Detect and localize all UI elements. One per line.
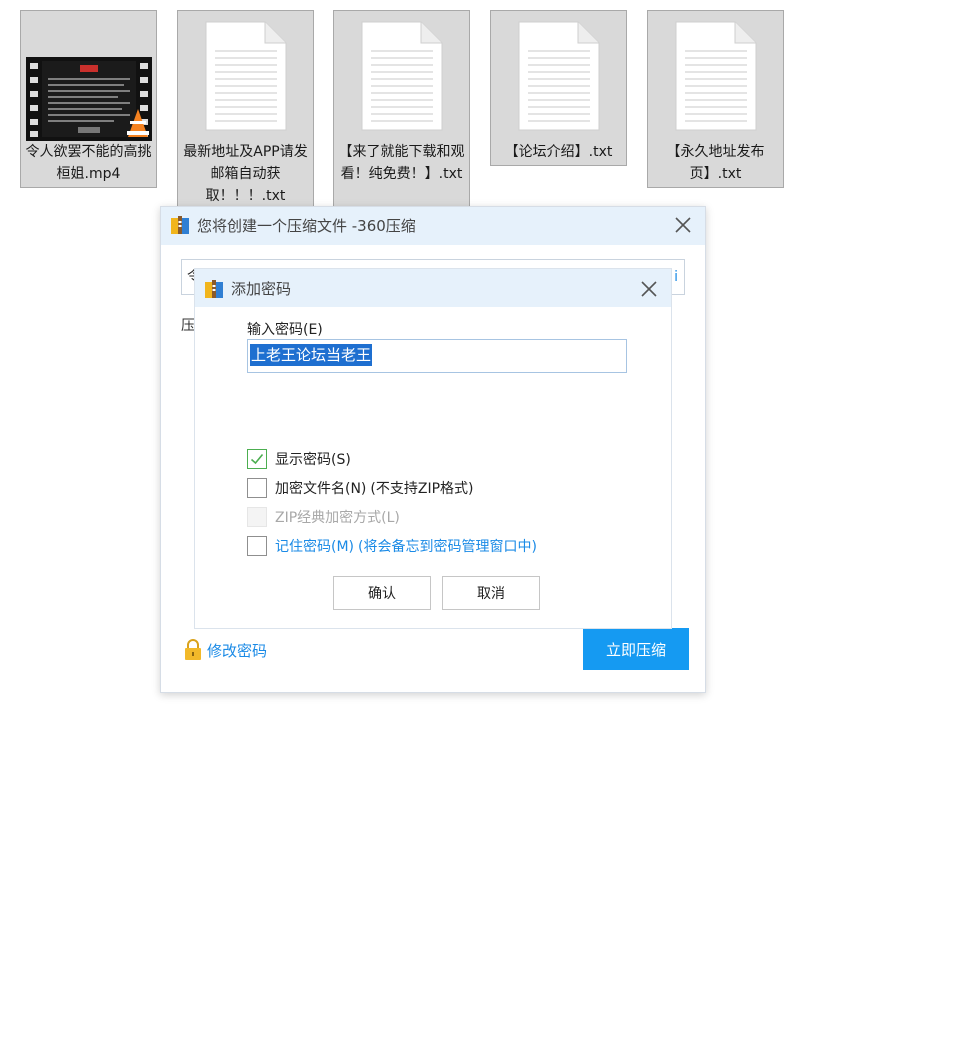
archive-app-icon — [171, 216, 189, 234]
compress-format-label: 压 — [181, 318, 195, 334]
password-input[interactable] — [247, 339, 627, 373]
show-password-checkbox[interactable]: 显示密码(S) — [247, 449, 351, 469]
lock-icon — [185, 639, 201, 660]
compress-now-button[interactable]: 立即压缩 — [583, 628, 689, 670]
dialog-titlebar[interactable]: 您将创建一个压缩文件 -360压缩 — [161, 207, 705, 245]
checkbox-unchecked — [247, 478, 267, 498]
modify-password-label: 修改密码 — [207, 641, 268, 660]
file-item-txt[interactable]: 【永久地址发布页】.txt — [647, 10, 784, 188]
file-name: 【论坛介绍】.txt — [504, 144, 613, 160]
zip-classic-encryption-checkbox: ZIP经典加密方式(L) — [247, 507, 400, 527]
dialog-title: 添加密码 — [231, 280, 292, 298]
zip-classic-encryption-label: ZIP经典加密方式(L) — [275, 510, 400, 526]
text-document-icon — [205, 21, 286, 131]
checkbox-checked — [247, 449, 267, 469]
close-icon[interactable] — [671, 213, 695, 237]
file-name: 【来了就能下载和观看！纯免费！】.txt — [338, 144, 465, 182]
remember-password-checkbox[interactable]: 记住密码(M) (将会备忘到密码管理窗口中) — [247, 536, 537, 556]
password-input-label: 输入密码(E) — [247, 322, 323, 338]
remember-password-note: (将会备忘到密码管理窗口中) — [358, 539, 537, 555]
text-document-icon — [518, 21, 599, 131]
encrypt-filename-note: (不支持ZIP格式) — [370, 481, 474, 497]
text-document-icon — [361, 21, 442, 131]
file-item-txt[interactable]: 【来了就能下载和观看！纯免费！】.txt — [333, 10, 470, 210]
checkbox-disabled — [247, 507, 267, 527]
path-tail: i — [674, 269, 678, 285]
check-icon — [250, 453, 264, 465]
file-item-txt[interactable]: 最新地址及APP请发邮箱自动获取！！！.txt — [177, 10, 314, 210]
modify-password-link[interactable]: 修改密码 — [183, 639, 267, 661]
archive-app-icon — [205, 280, 223, 298]
file-name: 最新地址及APP请发邮箱自动获取！！！.txt — [183, 144, 308, 204]
file-item-video[interactable]: 令人欲罢不能的高挑桓姐.mp4 — [20, 10, 157, 188]
file-name: 令人欲罢不能的高挑桓姐.mp4 — [25, 144, 152, 182]
file-item-txt[interactable]: 【论坛介绍】.txt — [490, 10, 627, 166]
checkbox-unchecked — [247, 536, 267, 556]
cancel-button[interactable]: 取消 — [442, 576, 540, 610]
add-password-dialog: 添加密码 输入密码(E) 上老王论坛当老王 显示密码(S) 加密文件名(N)(不… — [194, 268, 672, 629]
video-thumbnail-icon — [25, 57, 152, 141]
show-password-label: 显示密码(S) — [275, 452, 351, 468]
file-name: 【永久地址发布页】.txt — [666, 144, 765, 182]
close-icon[interactable] — [637, 277, 661, 301]
encrypt-filename-checkbox[interactable]: 加密文件名(N) (不支持ZIP格式) — [247, 478, 474, 498]
dialog-title: 您将创建一个压缩文件 -360压缩 — [197, 217, 416, 235]
remember-password-label: 记住密码(M) — [275, 539, 355, 555]
confirm-button[interactable]: 确认 — [333, 576, 431, 610]
text-document-icon — [675, 21, 756, 131]
encrypt-filename-label: 加密文件名(N) — [275, 481, 367, 497]
dialog-titlebar[interactable]: 添加密码 — [195, 269, 671, 307]
